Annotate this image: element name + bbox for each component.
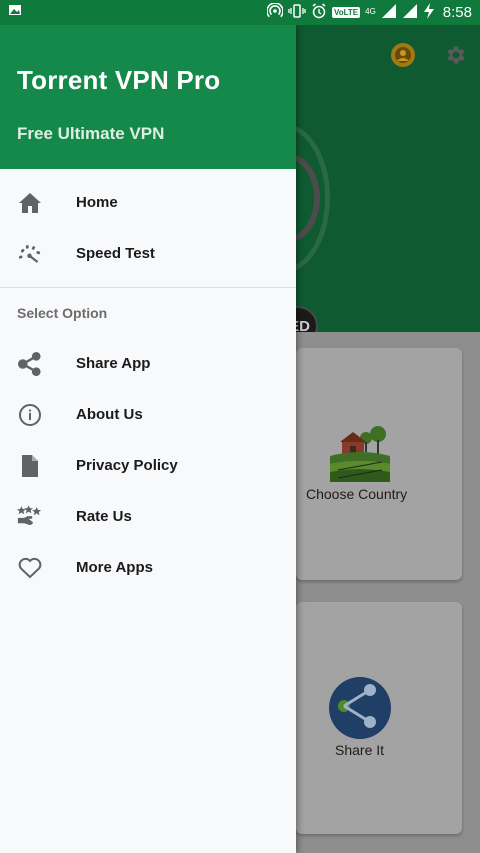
section-header-select-option: Select Option [17, 305, 108, 321]
status-bar: VoLTE 4G 8:58 [0, 0, 480, 25]
drawer-options-menu: Share App About Us Privacy Policy Rate U… [0, 338, 296, 593]
volte-badge: VoLTE [331, 7, 361, 18]
charging-icon [423, 3, 435, 22]
menu-item-home[interactable]: Home [0, 177, 296, 228]
menu-item-about-us[interactable]: About Us [0, 389, 296, 440]
choose-country-card: Choose Country [296, 348, 462, 580]
menu-item-share-app[interactable]: Share App [0, 338, 296, 389]
signal-icon [402, 3, 418, 22]
rate-stars-icon [17, 504, 42, 529]
menu-label-rate-us: Rate Us [76, 508, 132, 525]
menu-label-more-apps: More Apps [76, 559, 153, 576]
drawer-subtitle: Free Ultimate VPN [17, 124, 165, 143]
share-circle-icon [329, 677, 391, 739]
document-icon [17, 453, 42, 478]
alarm-icon [311, 3, 327, 22]
drawer-title: Torrent VPN Pro [17, 65, 221, 95]
navigation-drawer: Torrent VPN Pro Free Ultimate VPN Home S… [0, 25, 296, 853]
menu-label-home: Home [76, 194, 118, 211]
menu-label-share-app: Share App [76, 355, 151, 372]
farm-landscape-icon [330, 426, 390, 482]
share-icon [17, 351, 42, 376]
choose-country-label: Choose Country [306, 486, 408, 502]
menu-item-speed-test[interactable]: Speed Test [0, 228, 296, 279]
share-it-label: Share It [335, 742, 385, 758]
menu-item-more-apps[interactable]: More Apps [0, 542, 296, 593]
drawer-header: Torrent VPN Pro Free Ultimate VPN [0, 25, 296, 169]
heart-icon [17, 555, 42, 580]
status-time: 8:58 [442, 4, 472, 21]
gear-icon [440, 40, 470, 70]
menu-item-privacy-policy[interactable]: Privacy Policy [0, 440, 296, 491]
hotspot-icon [266, 2, 284, 22]
home-icon [17, 190, 42, 215]
signal-icon [381, 3, 397, 22]
avatar-icon [388, 40, 418, 70]
menu-label-about-us: About Us [76, 406, 143, 423]
menu-label-speed-test: Speed Test [76, 245, 155, 262]
menu-item-rate-us[interactable]: Rate Us [0, 491, 296, 542]
image-notification-icon [8, 3, 22, 22]
share-it-card: Share It [296, 602, 462, 834]
vibrate-icon [288, 3, 306, 22]
drawer-menu: Home Speed Test [0, 169, 296, 279]
menu-label-privacy-policy: Privacy Policy [76, 457, 178, 474]
speedometer-icon [17, 241, 42, 266]
info-icon [17, 402, 42, 427]
network-type: 4G [365, 7, 376, 16]
